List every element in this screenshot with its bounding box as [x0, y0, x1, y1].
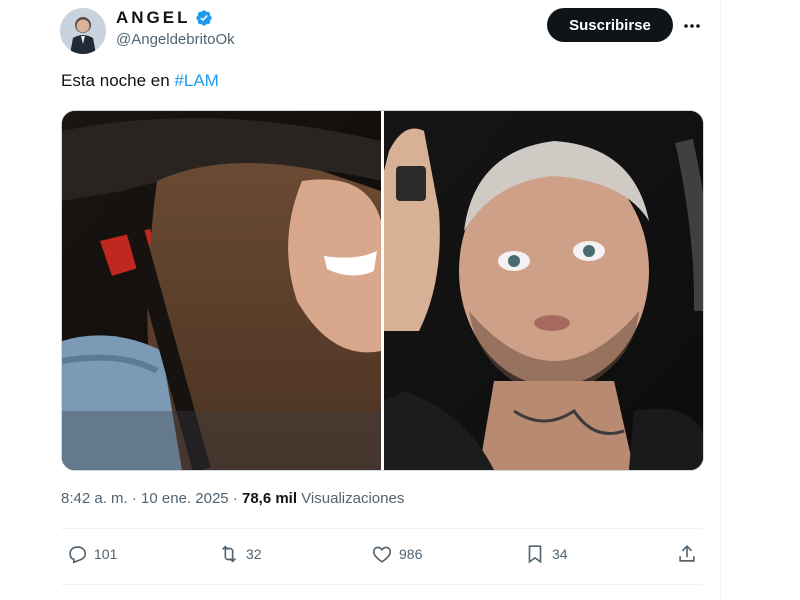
- views-count: 78,6 mil: [241, 490, 298, 507]
- bookmark-button[interactable]: 34: [524, 543, 568, 565]
- user-handle[interactable]: @AngeldebritoOk: [116, 31, 235, 48]
- meta-separator: ·: [127, 490, 142, 507]
- tweet-time[interactable]: 8:42 a. m.: [61, 490, 128, 507]
- tweet-card: ANGEL @AngeldebritoOk Suscribirse Esta n…: [0, 0, 800, 600]
- photo-man-surprised[interactable]: [384, 111, 703, 470]
- share-icon: [679, 545, 695, 562]
- bookmark-icon: [528, 545, 542, 564]
- tweet-text: Esta noche en #LAM: [61, 71, 219, 91]
- like-count: 986: [399, 546, 423, 562]
- reply-button[interactable]: 101: [66, 543, 117, 565]
- retweet-count: 32: [246, 546, 262, 562]
- display-name[interactable]: ANGEL: [116, 8, 213, 28]
- share-button[interactable]: [676, 543, 704, 565]
- photo-woman-smiling[interactable]: [62, 111, 381, 470]
- reply-icon: [69, 546, 87, 564]
- views-label: Visualizaciones: [297, 490, 405, 507]
- divider: [61, 584, 702, 585]
- retweet-button[interactable]: 32: [218, 543, 262, 565]
- reply-count: 101: [94, 546, 118, 562]
- meta-separator: ·: [228, 490, 242, 507]
- tweet-text-prefix: Esta noche en: [61, 71, 175, 90]
- like-button[interactable]: 986: [371, 543, 422, 565]
- tweet-media: [61, 110, 704, 471]
- hashtag-link[interactable]: #LAM: [174, 71, 218, 90]
- more-horizontal-icon[interactable]: [678, 12, 706, 40]
- verified-badge-icon: [195, 9, 213, 27]
- tweet-meta: 8:42 a. m. · 10 ene. 2025 · 78,6 mil Vis…: [61, 490, 404, 507]
- heart-icon: [372, 546, 392, 563]
- divider: [61, 528, 702, 529]
- avatar[interactable]: [60, 8, 106, 54]
- column-border: [720, 0, 721, 600]
- retweet-icon: [221, 545, 237, 563]
- display-name-text: ANGEL: [116, 8, 191, 27]
- bookmark-count: 34: [552, 546, 568, 562]
- tweet-date[interactable]: 10 ene. 2025: [141, 490, 229, 507]
- subscribe-button[interactable]: Suscribirse: [547, 8, 673, 42]
